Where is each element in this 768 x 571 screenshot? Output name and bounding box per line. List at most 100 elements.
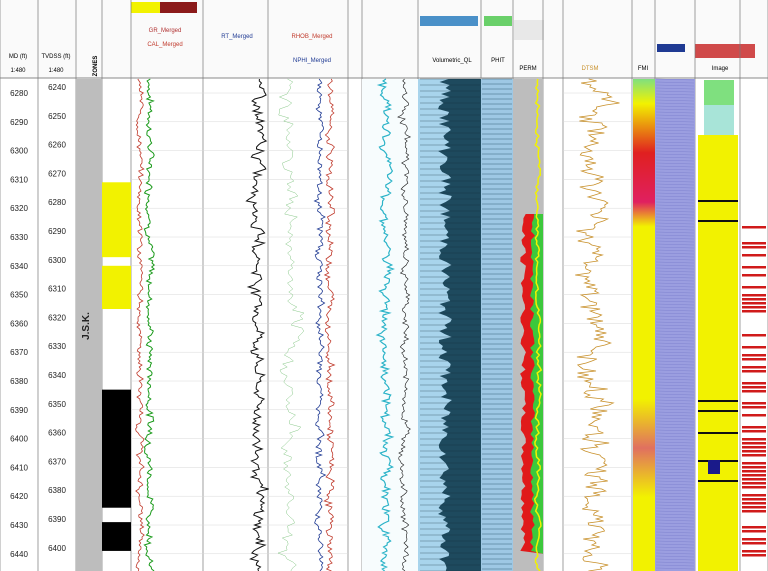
tvd-scale: 1:480: [48, 68, 64, 74]
phit-bg: [481, 79, 513, 571]
nphi-curve: [313, 78, 327, 571]
red-event-bar: [742, 430, 766, 433]
red-event-bar: [742, 482, 766, 485]
facies-top-green: [704, 80, 734, 105]
tvd-tick-label: 6330: [48, 342, 66, 351]
tvd-tick-label: 6400: [48, 544, 66, 553]
red-event-bar: [742, 486, 766, 489]
md-tick-label: 6350: [10, 291, 28, 300]
tvd-tick-label: 6350: [48, 400, 66, 409]
md-tick-label: 6400: [10, 435, 28, 444]
red-event-bar: [742, 310, 766, 313]
lithology-blocks: [102, 182, 131, 551]
md-tick-label: 6410: [10, 463, 28, 472]
track-label-image: Image: [712, 66, 729, 72]
sonic-track-bg: [362, 79, 418, 571]
log-curves: [135, 78, 766, 571]
facies-top-cyan: [704, 105, 734, 135]
facies-blue: [708, 460, 720, 474]
facies-line: [698, 410, 738, 412]
track-label-dtsm: DTSM: [582, 66, 599, 72]
phit-header-swatch: [484, 16, 512, 26]
md-tick-label: 6310: [10, 175, 28, 184]
red-event-bar: [742, 542, 766, 545]
tvd-tick-label: 6260: [48, 141, 66, 150]
track-label-volumetric: Volumetric_QL: [432, 58, 472, 64]
rt-curve: [245, 78, 269, 571]
tvd-tick-label: 6240: [48, 83, 66, 92]
red-event-bar: [742, 358, 766, 361]
md-tick-label: 6330: [10, 233, 28, 242]
red-event-bar: [742, 370, 766, 373]
md-tick-label: 6440: [10, 550, 28, 559]
cal-header-swatch: [160, 2, 197, 13]
aux-curve: [277, 78, 305, 571]
image-header-swatch: [657, 44, 685, 52]
tvd-tick-label: 6280: [48, 198, 66, 207]
red-event-bar: [742, 450, 766, 453]
image-header-palette: [695, 44, 755, 58]
red-event-bar: [742, 298, 766, 301]
fmi-track: [633, 79, 655, 571]
header-band: [0, 0, 768, 78]
volumetric-header-swatch: [420, 16, 478, 26]
red-event-bar: [742, 494, 766, 497]
md-tick-label: 6360: [10, 319, 28, 328]
facies-line: [698, 220, 738, 222]
red-event-bar: [742, 510, 766, 513]
red-event-bar: [742, 386, 766, 389]
red-event-bar: [742, 538, 766, 541]
red-event-bar: [742, 478, 766, 481]
red-event-bar: [742, 366, 766, 369]
track-label-cal: CAL_Merged: [147, 42, 182, 48]
lithology-block: [102, 265, 131, 309]
tvd-tick-label: 6290: [48, 227, 66, 236]
facies-line: [698, 480, 738, 482]
facies-line: [698, 400, 738, 402]
track-label-fmi: FMI: [638, 66, 649, 72]
tvd-tick-label: 6320: [48, 313, 66, 322]
perm-header-box: [514, 20, 544, 40]
red-event-bar: [742, 402, 766, 405]
red-event-bar: [742, 466, 766, 469]
red-event-bar: [742, 354, 766, 357]
red-event-bar: [742, 470, 766, 473]
red-event-bar: [742, 246, 766, 249]
tvd-tick-label: 6380: [48, 486, 66, 495]
red-event-bar: [742, 266, 766, 269]
track-label-phit: PHIT: [491, 58, 505, 64]
red-event-bar: [742, 226, 766, 229]
red-event-bar: [742, 254, 766, 257]
track-label-rt: RT_Merged: [221, 34, 253, 40]
red-event-bar: [742, 242, 766, 245]
red-event-bar: [742, 382, 766, 385]
rhob-curve: [323, 78, 336, 571]
md-tick-label: 6380: [10, 377, 28, 386]
cal-curve: [135, 78, 145, 571]
red-event-bar: [742, 426, 766, 429]
red-event-bar: [742, 550, 766, 553]
tvd-label: TVDSS (ft): [41, 54, 70, 60]
tvd-tick-label: 6390: [48, 515, 66, 524]
lithology-block: [102, 182, 131, 258]
red-event-bar: [742, 554, 766, 557]
md-tick-label: 6320: [10, 204, 28, 213]
tvd-tick-label: 6310: [48, 285, 66, 294]
red-event-bar: [742, 302, 766, 305]
facies-line: [698, 200, 738, 202]
red-event-bar: [742, 438, 766, 441]
zone-column-label: ZONES: [93, 56, 99, 77]
red-event-bar: [742, 498, 766, 501]
red-event-bar: [742, 414, 766, 417]
gr-curve: [143, 78, 156, 571]
track-label-gr: GR_Merged: [149, 28, 182, 34]
red-event-bar: [742, 526, 766, 529]
md-scale: 1:480: [10, 68, 26, 74]
md-tick-label: 6430: [10, 521, 28, 530]
red-event-bar: [742, 506, 766, 509]
lithology-block: [102, 522, 131, 551]
red-event-bar: [742, 274, 766, 277]
md-tick-label: 6280: [10, 89, 28, 98]
red-event-bar: [742, 446, 766, 449]
red-event-bar: [742, 442, 766, 445]
